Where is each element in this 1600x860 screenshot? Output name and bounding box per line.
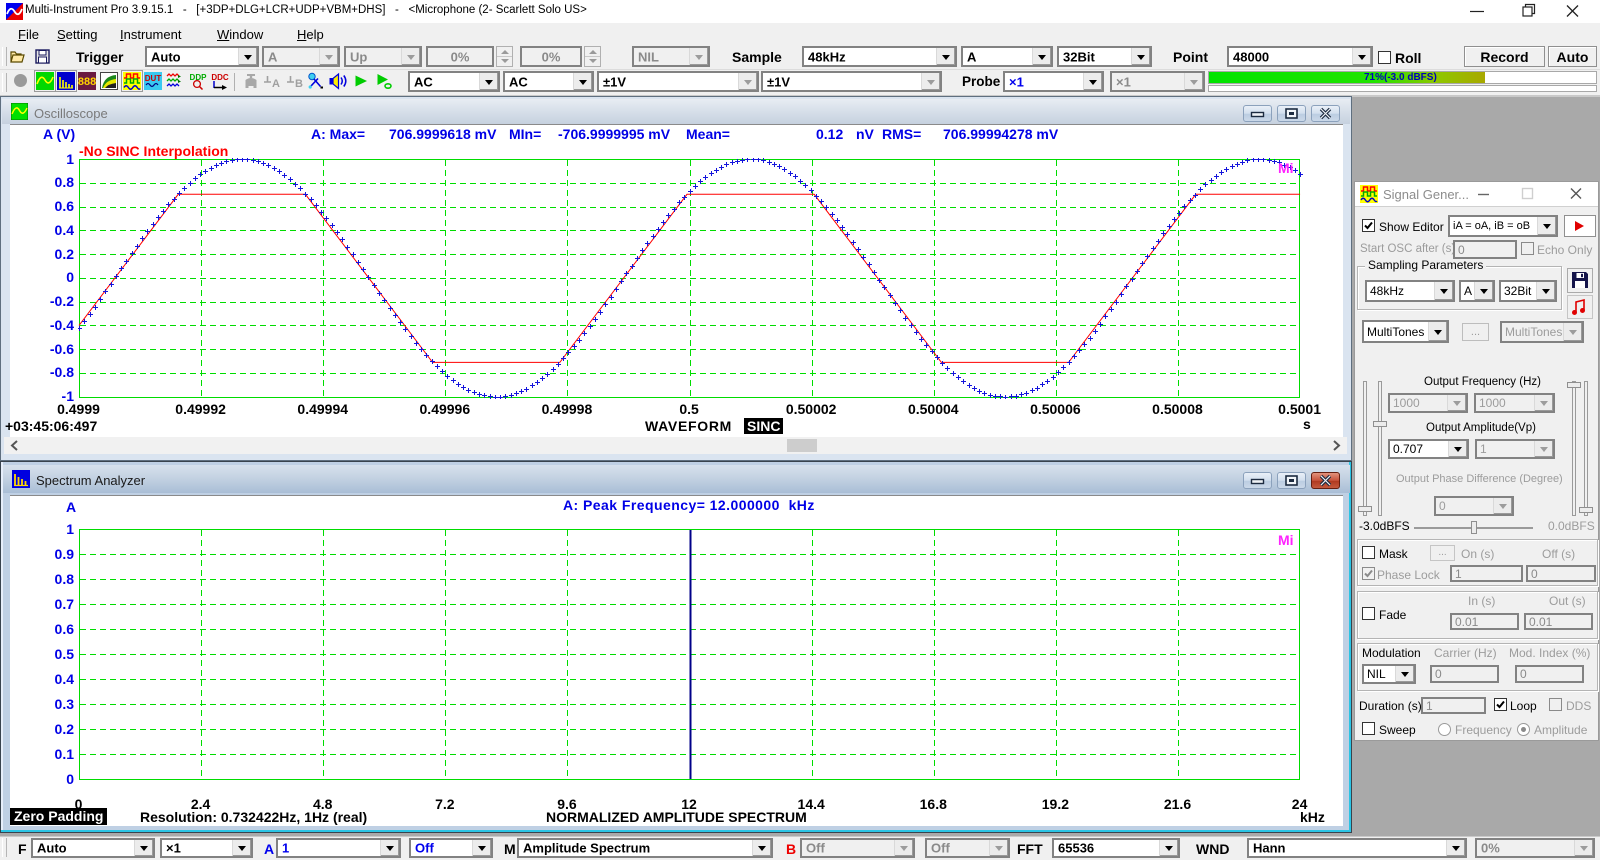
- svg-text:DUT: DUT: [145, 74, 162, 83]
- svg-text:DDC: DDC: [211, 73, 229, 82]
- svg-text:888: 888: [78, 76, 96, 88]
- svg-text:B: B: [295, 78, 303, 90]
- svg-text:A: A: [272, 78, 280, 90]
